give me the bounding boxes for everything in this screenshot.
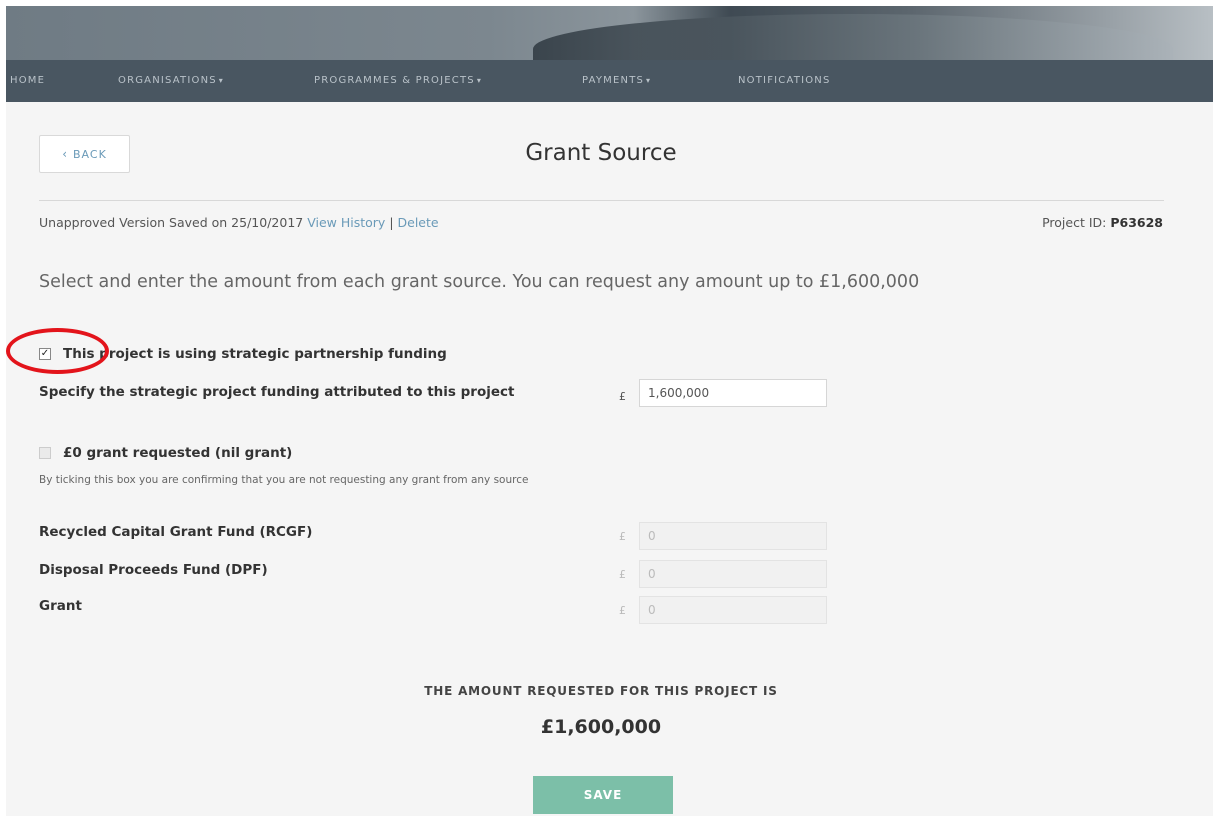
main-nav: HOME ORGANISATIONS ▾ PROGRAMMES & PROJECT… (6, 60, 1213, 102)
dpf-label: Disposal Proceeds Fund (DPF) (39, 562, 268, 578)
nil-grant-label: £0 grant requested (nil grant) (63, 445, 293, 461)
project-id-label: Project ID: (1042, 215, 1107, 230)
amount-requested-label: THE AMOUNT REQUESTED FOR THIS PROJECT IS (424, 684, 778, 698)
chevron-down-icon: ▾ (646, 76, 652, 85)
version-separator: | (389, 215, 394, 230)
project-id-value: P63628 (1110, 215, 1163, 230)
nav-item-notifications[interactable]: NOTIFICATIONS (738, 75, 831, 86)
strategic-amount-input[interactable]: 1,600,000 (639, 379, 827, 407)
main-content: ‹ BACK Grant Source Unapproved Version S… (6, 102, 1213, 816)
nil-grant-helper-text: By ticking this box you are confirming t… (39, 474, 529, 486)
nil-grant-checkbox[interactable] (39, 447, 51, 459)
grant-amount-input[interactable]: 0 (639, 596, 827, 624)
version-status: Unapproved Version Saved on 25/10/2017 V… (39, 215, 439, 230)
project-id: Project ID: P63628 (1042, 215, 1163, 230)
nav-item-label: ORGANISATIONS (118, 75, 217, 86)
nav-item-payments[interactable]: PAYMENTS ▾ (582, 75, 651, 86)
delete-link[interactable]: Delete (398, 215, 439, 230)
banner-building-shape (533, 14, 1173, 60)
currency-symbol: £ (619, 390, 626, 403)
nil-grant-row: £0 grant requested (nil grant) (39, 445, 292, 461)
dpf-amount-input[interactable]: 0 (639, 560, 827, 588)
page-title: Grant Source (525, 140, 677, 166)
nav-item-organisations[interactable]: ORGANISATIONS ▾ (118, 75, 224, 86)
strategic-funding-checkbox[interactable]: ✓ (39, 348, 51, 360)
currency-symbol: £ (619, 604, 626, 617)
rcgf-label: Recycled Capital Grant Fund (RCGF) (39, 524, 313, 540)
save-button[interactable]: SAVE (533, 776, 673, 814)
version-saved-text: Unapproved Version Saved on 25/10/2017 (39, 215, 304, 230)
view-history-link[interactable]: View History (307, 215, 385, 230)
grant-label: Grant (39, 598, 82, 614)
nav-item-home[interactable]: HOME (10, 75, 45, 86)
nav-item-label: HOME (10, 75, 46, 86)
nav-item-programmes-projects[interactable]: PROGRAMMES & PROJECTS ▾ (314, 75, 482, 86)
intro-text: Select and enter the amount from each gr… (39, 272, 920, 292)
chevron-down-icon: ▾ (476, 76, 483, 85)
chevron-down-icon: ▾ (218, 76, 225, 85)
amount-requested-value: £1,600,000 (540, 716, 662, 738)
strategic-funding-row: ✓ This project is using strategic partne… (39, 346, 447, 362)
header-banner-image (6, 6, 1213, 60)
divider (39, 200, 1164, 201)
strategic-funding-label: This project is using strategic partners… (63, 346, 447, 362)
nav-item-label: NOTIFICATIONS (738, 75, 831, 86)
nav-item-label: PAYMENTS (582, 75, 645, 86)
strategic-amount-label: Specify the strategic project funding at… (39, 384, 515, 400)
nav-item-label: PROGRAMMES & PROJECTS (314, 75, 475, 86)
currency-symbol: £ (619, 530, 626, 543)
page: HOME ORGANISATIONS ▾ PROGRAMMES & PROJECT… (0, 0, 1219, 816)
rcgf-amount-input[interactable]: 0 (639, 522, 827, 550)
currency-symbol: £ (619, 568, 626, 581)
